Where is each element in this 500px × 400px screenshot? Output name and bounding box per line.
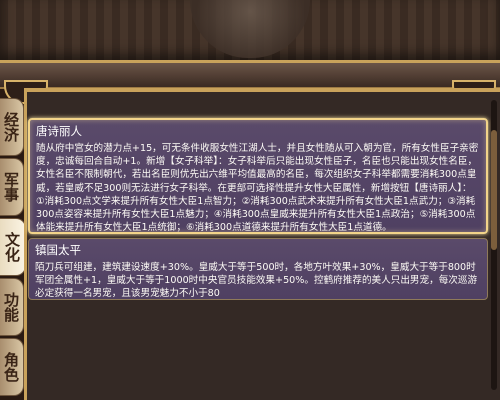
- top-banner: [0, 0, 500, 63]
- policy-card-pacify-nation[interactable]: 镇国太平 陌刀兵可组建，建筑建设速度+30%。皇威大于等于500时，各地方叶效果…: [28, 238, 488, 300]
- policy-card-description: 随从府中宫女的潜力点+15，可无条件收服女性江湖人士，并且女性随从可入朝为官，所…: [36, 143, 479, 234]
- category-tabs: 经济 军事 文化 功能 角色: [0, 90, 26, 400]
- panel-frame: [24, 88, 500, 92]
- dragon-emblem-icon: [190, 0, 310, 58]
- ornamental-divider: [0, 63, 500, 89]
- tab-culture[interactable]: 文化: [0, 218, 26, 276]
- tab-military[interactable]: 军事: [0, 158, 24, 216]
- scrollbar-thumb[interactable]: [491, 130, 497, 250]
- tab-character[interactable]: 角色: [0, 338, 24, 396]
- policy-card-description: 陌刀兵可组建，建筑建设速度+30%。皇威大于等于500时，各地方叶效果+30%，…: [35, 262, 478, 300]
- tab-function[interactable]: 功能: [0, 278, 24, 336]
- tab-economy[interactable]: 经济: [0, 98, 24, 156]
- policy-card-tang-poetry-beauty[interactable]: 唐诗丽人 随从府中宫女的潜力点+15，可无条件收服女性江湖人士，并且女性随从可入…: [28, 118, 488, 234]
- scrollbar[interactable]: [491, 100, 497, 390]
- policy-card-title: 唐诗丽人: [36, 124, 82, 138]
- policy-card-title: 镇国太平: [35, 243, 81, 257]
